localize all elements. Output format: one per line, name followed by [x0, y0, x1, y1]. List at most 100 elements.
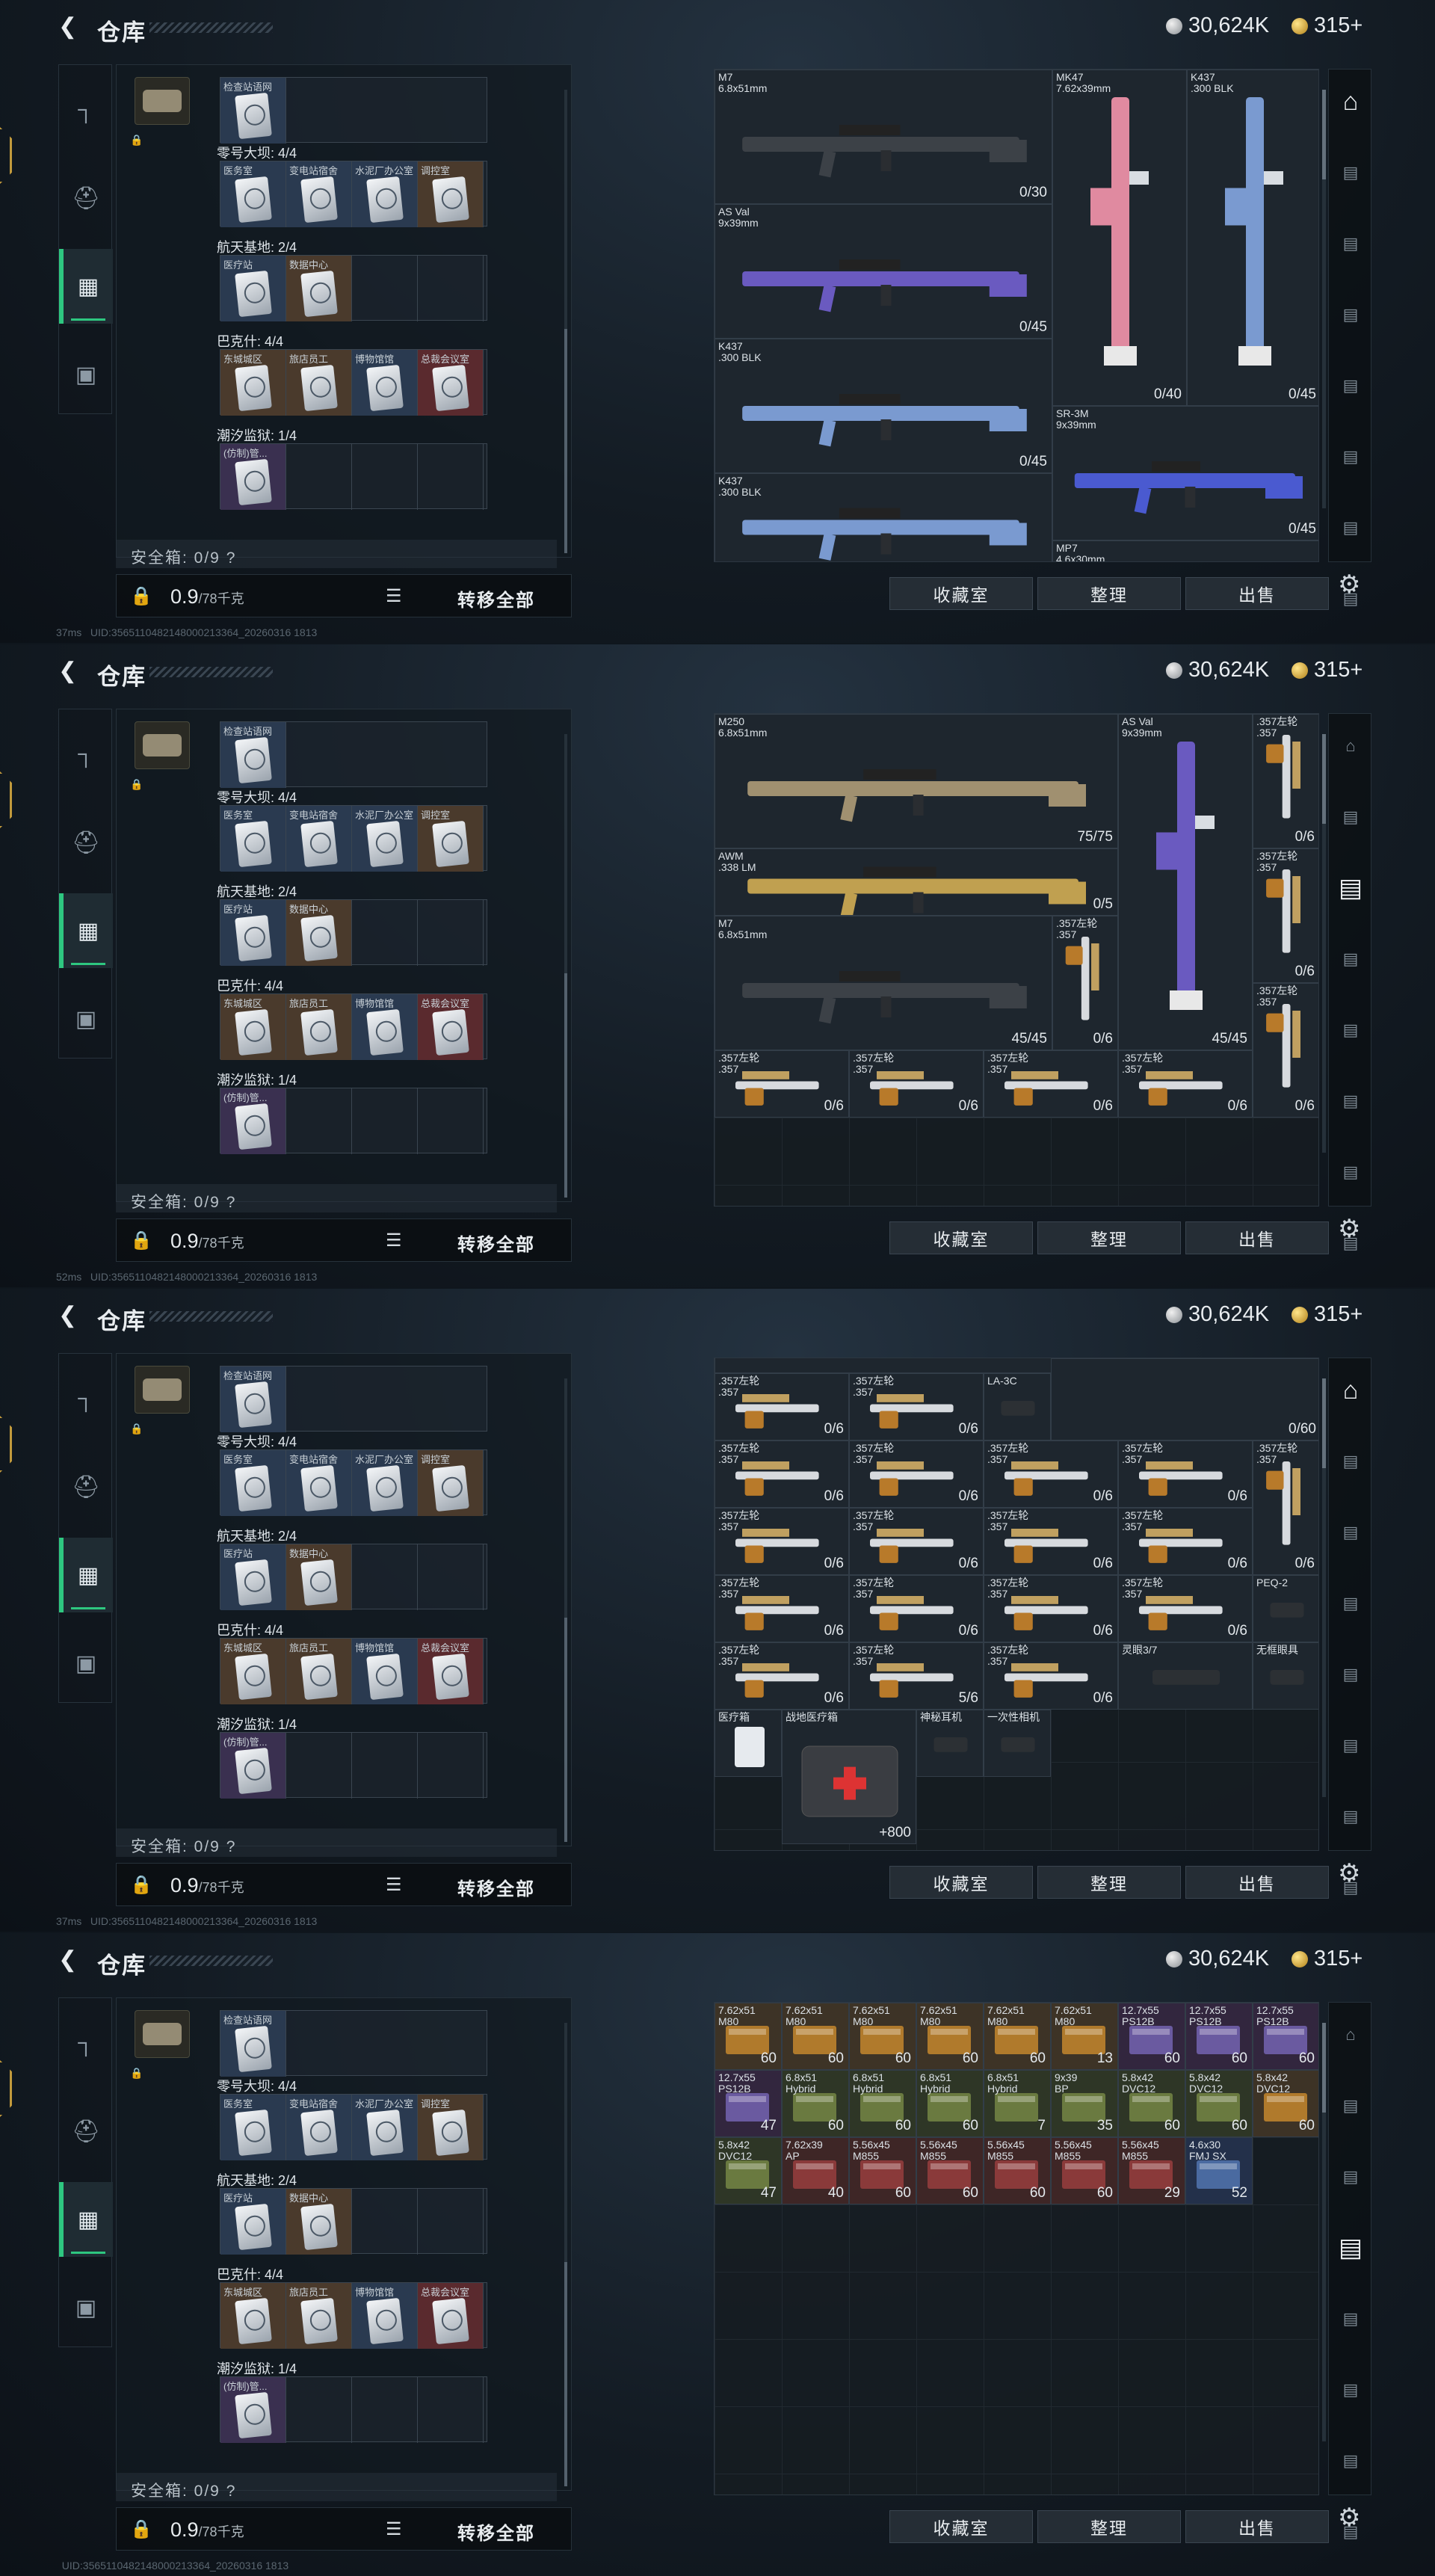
key-wallet-icon[interactable]	[135, 721, 190, 769]
home-storage-icon[interactable]: ⌂	[1329, 727, 1372, 765]
storage-box-icon[interactable]: ▤	[1329, 1798, 1372, 1835]
sort-button[interactable]: 整理	[1037, 1866, 1181, 1899]
back-arrow-icon[interactable]: ❮	[58, 13, 81, 43]
key-card-slot[interactable]	[352, 2377, 418, 2443]
stash-item[interactable]: 12.7x55 PS12B 60	[1253, 2003, 1318, 2070]
gear-icon[interactable]: ⚙	[1338, 1214, 1360, 1244]
stash-item[interactable]: AS Val 9x39mm 45/45	[1118, 714, 1253, 1050]
key-card-slot[interactable]: 医务室	[220, 1450, 286, 1516]
backpack-tab-icon[interactable]: ▦	[59, 893, 113, 968]
key-card-slot[interactable]: 数据中心	[286, 2189, 352, 2255]
stash-item[interactable]: .357左轮 .357 5/6	[849, 1642, 984, 1710]
padlock-icon[interactable]: 🔒	[130, 1230, 152, 1251]
key-card-slot[interactable]: 检查站语网	[220, 1366, 286, 1432]
padlock-icon[interactable]: 🔒	[130, 2518, 152, 2540]
helmet-tab-icon[interactable]: ⛑	[59, 2094, 113, 2169]
key-card-slot[interactable]: 总裁会议室	[418, 2283, 484, 2349]
stash-item[interactable]: M7 6.8x51mm 0/30	[715, 70, 1052, 204]
gun-tab-icon[interactable]: ┐	[59, 73, 113, 147]
stash-item[interactable]: .357左轮 .357 0/6	[1253, 983, 1318, 1118]
transfer-all-button[interactable]: 转移全部	[457, 585, 535, 611]
storage-box-icon[interactable]: ▤	[1329, 1727, 1372, 1764]
stash-item[interactable]: K437 .300 BLK 0/45	[715, 339, 1052, 473]
stash-item[interactable]: 4.6x30 FMJ SX 52	[1185, 2137, 1253, 2204]
stash-item[interactable]: 5.8x42 DVC12 47	[715, 2137, 782, 2204]
key-card-slot[interactable]	[286, 1733, 352, 1799]
stash-item[interactable]: .357左轮 .357 0/6	[984, 1575, 1118, 1642]
stash-scrollbar[interactable]	[1322, 734, 1326, 1153]
padlock-icon[interactable]: 🔒	[130, 585, 152, 607]
left-scrollbar[interactable]	[564, 90, 567, 553]
stash-item[interactable]: 一次性相机	[984, 1710, 1051, 1777]
key-card-slot[interactable]: 检查站语网	[220, 78, 286, 144]
stash-item[interactable]: 5.56x45 M855 29	[1118, 2137, 1185, 2204]
gun-tab-icon[interactable]: ┐	[59, 717, 113, 792]
stash-item[interactable]: .357左轮 .357 0/6	[849, 1440, 984, 1508]
key-card-slot[interactable]: 东城城区	[220, 994, 286, 1060]
gold-currency[interactable]: 315+	[1292, 1947, 1363, 1971]
storage-box-icon[interactable]: ▤	[1329, 1082, 1372, 1120]
list-icon[interactable]: ☰	[386, 2518, 402, 2540]
storage-box-icon[interactable]: ▤	[1329, 2158, 1372, 2196]
stash-grid[interactable]: 7.62x51 M80 60 7.62x51 M80 60 7.62x51 M80 60 7…	[714, 2002, 1319, 2495]
home-storage-icon[interactable]: ⌂	[1329, 83, 1372, 120]
stash-item[interactable]: .357左轮 .357 0/6	[984, 1642, 1118, 1710]
stash-item[interactable]: 7.62x39 AP 40	[782, 2137, 849, 2204]
stash-item[interactable]: .357左轮 .357 0/6	[849, 1508, 984, 1575]
collection-room-button[interactable]: 收藏室	[889, 2510, 1033, 2543]
key-card-slot[interactable]: 水泥厂办公室	[352, 2095, 418, 2160]
stash-item[interactable]: 7.62x51 M80 60	[984, 2003, 1051, 2070]
key-card-slot[interactable]: 医务室	[220, 161, 286, 227]
storage-box-icon[interactable]: ▤	[1329, 2442, 1372, 2480]
stash-item[interactable]: .357左轮 .357 0/6	[715, 1373, 849, 1440]
stash-item[interactable]: 无框眼具	[1253, 1642, 1318, 1710]
key-card-slot[interactable]: (仿制)管...	[220, 1733, 286, 1799]
stash-item[interactable]: .357左轮 .357 0/6	[1118, 1508, 1253, 1575]
backpack-tab-icon[interactable]: ▦	[59, 249, 113, 324]
key-card-slot[interactable]	[286, 2377, 352, 2443]
case-tab-icon[interactable]: ▣	[59, 2270, 113, 2345]
stash-item[interactable]: .357左轮 .357 0/6	[715, 1050, 849, 1118]
key-card-slot[interactable]	[352, 1733, 418, 1799]
stash-item[interactable]: 5.8x42 DVC12 60	[1118, 2070, 1185, 2137]
stash-item[interactable]: K437 .300 BLK 0/45	[1187, 70, 1318, 406]
left-scrollbar[interactable]	[564, 734, 567, 1198]
storage-box-icon[interactable]: ▤	[1329, 2300, 1372, 2338]
stash-item[interactable]: SR-3M 9x39mm 0/45	[1052, 406, 1318, 540]
stash-item[interactable]: 医疗箱	[715, 1710, 782, 1777]
stash-item[interactable]: .357左轮 .357 0/6	[1118, 1050, 1253, 1118]
key-card-slot[interactable]: 调控室	[418, 161, 484, 227]
case-tab-icon[interactable]: ▣	[59, 1626, 113, 1701]
stash-grid[interactable]: M7 6.8x51mm 0/30 MK47 7.62x39mm 0/40 K437 .3…	[714, 69, 1319, 562]
gold-currency[interactable]: 315+	[1292, 1302, 1363, 1327]
stash-item[interactable]: 5.8x42 DVC12 60	[1185, 2070, 1253, 2137]
sort-button[interactable]: 整理	[1037, 1221, 1181, 1254]
stash-item[interactable]: MP7 4.6x30mm	[1052, 540, 1318, 561]
storage-box-icon[interactable]: ▤	[1329, 1011, 1372, 1049]
key-card-slot[interactable]: 医疗站	[220, 2189, 286, 2255]
stash-item[interactable]: .357左轮 .357 0/6	[1052, 916, 1118, 1050]
stash-scrollbar[interactable]	[1322, 90, 1326, 508]
key-card-slot[interactable]: (仿制)管...	[220, 1088, 286, 1154]
storage-box-icon[interactable]: ▤	[1329, 940, 1372, 978]
key-card-slot[interactable]	[418, 444, 484, 510]
key-card-slot[interactable]: 博物馆馆	[352, 994, 418, 1060]
list-icon[interactable]: ☰	[386, 1874, 402, 1896]
collection-room-button[interactable]: 收藏室	[889, 1221, 1033, 1254]
stash-scrollbar[interactable]	[1322, 2023, 1326, 2441]
stash-item[interactable]: 12.7x55 PS12B 60	[1185, 2003, 1253, 2070]
storage-box-icon[interactable]: ▤	[1329, 1153, 1372, 1191]
stash-item[interactable]: 7.62x51 M80 60	[849, 2003, 916, 2070]
key-wallet-icon[interactable]	[135, 77, 190, 125]
key-card-slot[interactable]: (仿制)管...	[220, 2377, 286, 2443]
collection-room-button[interactable]: 收藏室	[889, 577, 1033, 610]
storage-box-icon[interactable]: ▤	[1329, 869, 1372, 907]
storage-box-icon[interactable]: ▤	[1329, 438, 1372, 475]
key-card-slot[interactable]	[352, 900, 418, 966]
key-card-slot[interactable]: 水泥厂办公室	[352, 161, 418, 227]
key-card-slot[interactable]	[418, 1544, 484, 1610]
sort-button[interactable]: 整理	[1037, 2510, 1181, 2543]
key-card-slot[interactable]	[352, 2189, 418, 2255]
stash-item[interactable]: 6.8x51 Hybrid 60	[849, 2070, 916, 2137]
key-card-slot[interactable]: 变电站宿舍	[286, 2095, 352, 2160]
